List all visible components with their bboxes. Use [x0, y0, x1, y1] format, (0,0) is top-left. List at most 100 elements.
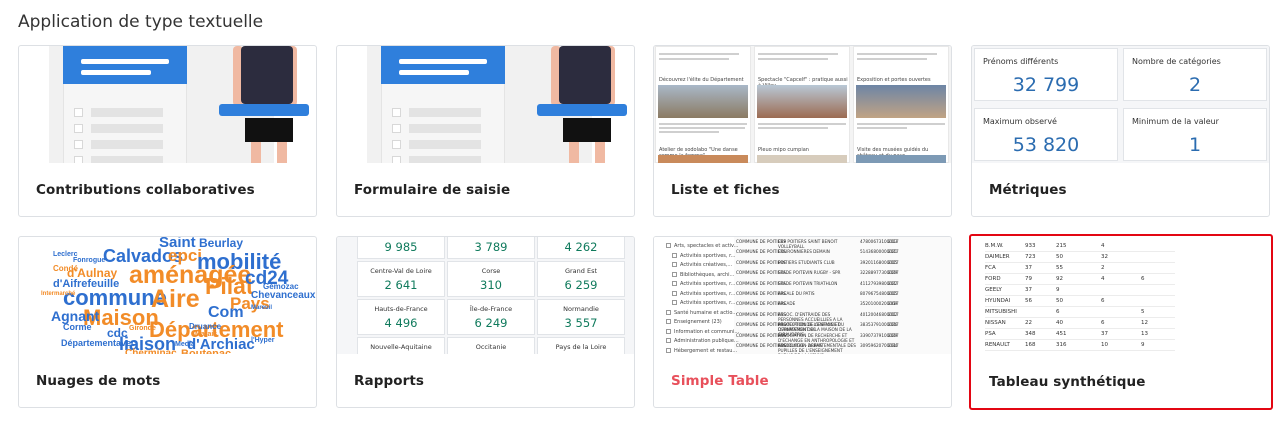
table-cell: 2017 [888, 259, 899, 265]
tree-node-label: Activités sportives, r... [680, 252, 736, 259]
metric-box: Prénoms différents 32 799 [974, 48, 1118, 101]
card-simple-table[interactable]: Arts, spectacles et activ... Activités sp… [653, 236, 952, 408]
table-cell: 2017 [888, 301, 899, 307]
table-row: GEELY 37 9 [985, 286, 1175, 296]
table-cell: MITSUBISHI [985, 309, 1017, 315]
tree-checkbox[interactable] [666, 328, 671, 334]
table-row: NISSAN 22 40 6 12 [985, 319, 1175, 329]
report-box: Hauts-de-France 4 496 [357, 299, 445, 335]
table-cell: HYUNDAI [985, 298, 1011, 304]
table-cell: 6 [1101, 320, 1105, 326]
tree-checkbox[interactable] [672, 290, 677, 296]
tree-node-label: Administration publique... [674, 338, 739, 344]
word-cloud-word: Condé [53, 264, 78, 273]
report-label: Occitanie [475, 343, 507, 351]
table-cell: 40 [1056, 320, 1063, 326]
word-cloud-word: Fonrogue [73, 257, 106, 264]
table-cell: FORD [985, 276, 1001, 282]
metric-box: Minimum de la valeur 1 [1123, 108, 1267, 161]
tree-node: Activités sportives, r... [672, 252, 736, 259]
report-label: Île-de-France [469, 305, 513, 313]
word-cloud-word: Boutenac [181, 348, 232, 355]
card-contributions-collaboratives[interactable]: Contributions collaboratives [18, 45, 317, 217]
table-cell: ARCALE DU PATIS [778, 291, 815, 296]
list-item-title: Découvrez l'élite du Département [659, 77, 744, 83]
table-row: FCA 37 55 2 [985, 264, 1175, 274]
report-value: 6 259 [564, 278, 598, 292]
table-cell: 6 [1056, 309, 1060, 315]
tree-node-label: Bibliothèques, archi... [680, 271, 735, 278]
report-value: 3 789 [474, 240, 508, 254]
card-label: Tableau synthétique [989, 374, 1146, 390]
report-value: 6 249 [474, 316, 508, 330]
word-cloud-word: Corme [63, 322, 92, 332]
report-box: Grand Est 6 259 [537, 261, 625, 297]
card-metriques[interactable]: Prénoms différents 32 799 Nombre de caté… [971, 45, 1270, 217]
table-cell: 50 [1056, 298, 1063, 304]
metric-label: Prénoms différents [983, 57, 1059, 66]
report-label: Grand Est [564, 267, 598, 275]
table-cell: 32 [1101, 254, 1108, 260]
table-cell: B.M.W. [985, 243, 1004, 249]
tree-checkbox[interactable] [666, 319, 671, 324]
table-cell: 316 [1056, 342, 1067, 348]
table-cell: COURONNIERES DEMAIN [778, 249, 830, 255]
tree-node: Hébergement et restau... [666, 347, 738, 354]
card-formulaire-de-saisie[interactable]: Formulaire de saisie [336, 45, 635, 217]
tree-checkbox[interactable] [666, 309, 671, 315]
card-thumbnail: Saint Beurlay Calvados epci mobilité aménagée… [19, 237, 316, 354]
report-value: 2 641 [384, 278, 418, 292]
tree-checkbox[interactable] [672, 300, 677, 305]
tree-node-label: Hébergement et restau... [674, 347, 738, 354]
list-item-title: Pleuo mipo cumpian [758, 147, 809, 153]
table-cell: 215 [1056, 243, 1067, 249]
report-box: 4 262 [537, 237, 625, 259]
card-nuages-de-mots[interactable]: Saint Beurlay Calvados epci mobilité aménagée… [18, 236, 317, 408]
tree-checkbox[interactable] [666, 338, 671, 343]
table-cell: 92 [1056, 276, 1063, 282]
tree-checkbox[interactable] [672, 252, 677, 258]
word-cloud-word: Agnant [51, 308, 100, 324]
tree-node: Arts, spectacles et activ... [666, 243, 738, 249]
card-label: Formulaire de saisie [354, 182, 511, 198]
section-title: Application de type textuelle [18, 12, 264, 32]
metric-label: Nombre de catégories [1132, 57, 1221, 66]
report-box: Pays de la Loire [537, 337, 625, 354]
card-label: Métriques [989, 182, 1067, 198]
table-cell: 2017 [888, 311, 899, 317]
table-row: HYUNDAI 56 50 6 [985, 297, 1175, 307]
report-box: Occitanie [447, 337, 535, 354]
report-box: Île-de-France 6 249 [447, 299, 535, 335]
report-box: Corse 310 [447, 261, 535, 297]
report-value: 310 [480, 278, 502, 292]
tree-checkbox[interactable] [672, 271, 677, 277]
tree-node-label: Activités sportives, r... [680, 300, 736, 306]
tree-checkbox[interactable] [672, 262, 677, 267]
table-cell: 12 [1141, 320, 1148, 326]
table-cell: 2017 [888, 239, 899, 244]
word-cloud-word: Gémozac [263, 282, 299, 291]
tree-node-label: Arts, spectacles et activ... [674, 243, 739, 249]
card-liste-et-fiches[interactable]: Découvrez l'élite du Département Atelier… [653, 45, 952, 217]
card-tableau-synthetique[interactable]: B.M.W. 933 215 4 DAIMLER 723 50 32 FCA 37 55 2 FORD 7… [969, 234, 1273, 410]
table-cell: 6 [1141, 276, 1145, 282]
tree-checkbox[interactable] [666, 243, 671, 248]
table-cell: 2017 [888, 332, 899, 338]
table-cell: 10 [1101, 342, 1108, 348]
table-cell: 22 [1025, 320, 1032, 326]
tree-checkbox[interactable] [672, 281, 677, 286]
list-item-title: Exposition et portes ouvertes [857, 77, 931, 83]
metric-value: 53 820 [1012, 134, 1080, 156]
report-box: Normandie 3 557 [537, 299, 625, 335]
table-cell: 2017 [888, 249, 899, 255]
tree-node-label: Activités créatives,... [680, 262, 733, 268]
tree-checkbox[interactable] [666, 347, 671, 353]
tree-node-label: Activités sportives, r... [680, 281, 736, 287]
report-label: Corse [481, 267, 501, 275]
card-label: Simple Table [671, 373, 769, 389]
card-rapports[interactable]: 9 985 3 789 4 262 Centre-Val de Loire 2 641 C… [336, 236, 635, 408]
table-row: B.M.W. 933 215 4 [985, 242, 1175, 252]
metric-box: Maximum observé 53 820 [974, 108, 1118, 161]
word-cloud-word: Mareuil [251, 305, 273, 311]
report-box: Centre-Val de Loire 2 641 [357, 261, 445, 297]
